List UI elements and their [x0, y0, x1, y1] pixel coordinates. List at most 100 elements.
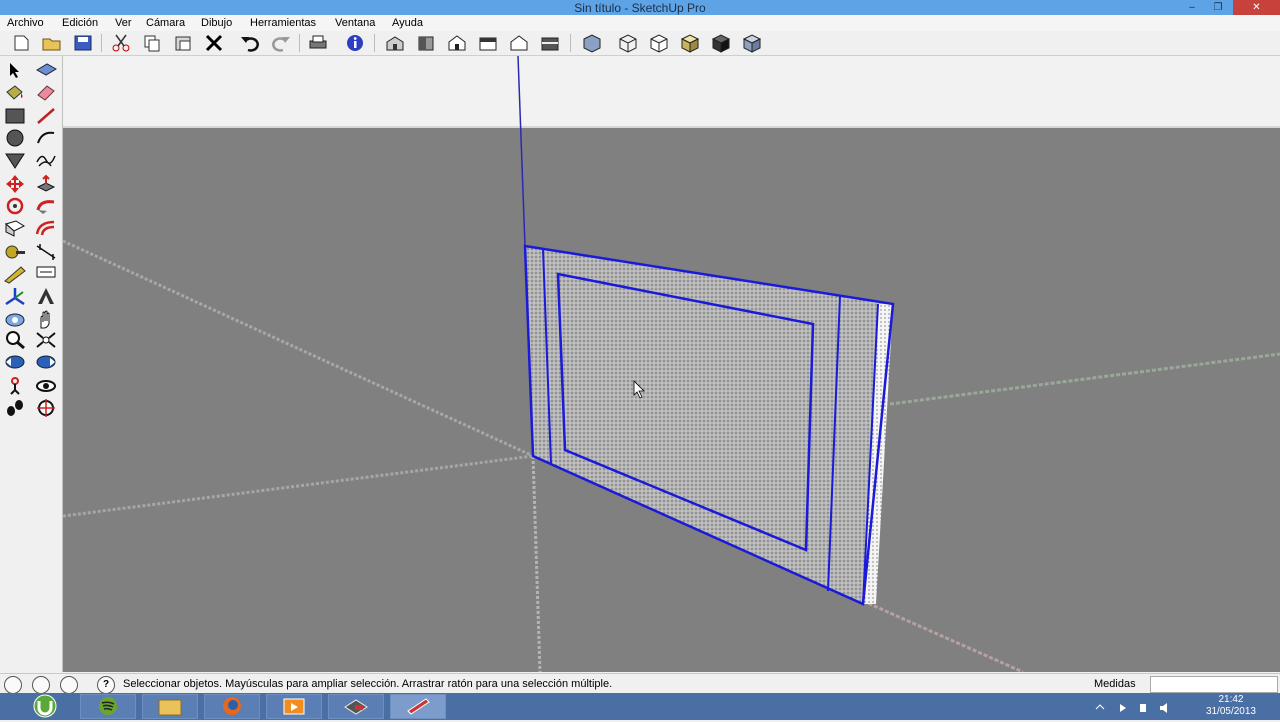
media-player-icon[interactable]	[266, 694, 322, 719]
right-view-icon[interactable]	[477, 33, 499, 53]
position-camera-icon[interactable]	[3, 376, 27, 396]
clock[interactable]: 21:42 31/05/2013	[1206, 694, 1256, 718]
model-canvas[interactable]	[63, 56, 1280, 672]
menu-camara[interactable]: Cámara	[146, 17, 185, 29]
minimize-button[interactable]: ‒	[1180, 0, 1204, 15]
menu-edicion[interactable]: Edición	[62, 17, 98, 29]
new-icon[interactable]	[10, 33, 32, 53]
green-axis	[889, 352, 1280, 406]
spotify-icon[interactable]	[80, 694, 136, 719]
text-icon[interactable]	[34, 264, 58, 284]
menu-ventana[interactable]: Ventana	[335, 17, 375, 29]
sketchup-icon[interactable]	[390, 694, 446, 719]
push-pull-icon[interactable]	[34, 174, 58, 194]
geo-location-icon[interactable]	[4, 676, 22, 694]
measurements-input[interactable]	[1150, 676, 1278, 693]
taskbar: 21:42 31/05/2013	[0, 693, 1280, 720]
system-tray[interactable]	[1094, 702, 1174, 714]
window-title: Sin título - SketchUp Pro	[574, 1, 706, 15]
drawing-viewport[interactable]	[63, 56, 1280, 672]
cut-icon[interactable]	[110, 33, 132, 53]
rotate-icon[interactable]	[3, 196, 27, 216]
left-view-icon[interactable]	[539, 33, 561, 53]
menu-herramientas[interactable]: Herramientas	[250, 17, 316, 29]
status-message: Seleccionar objetos. Mayúsculas para amp…	[123, 678, 613, 690]
front-view-icon[interactable]	[446, 33, 468, 53]
component-icon[interactable]	[34, 60, 58, 80]
selected-frame[interactable]	[523, 244, 895, 606]
back-view-icon[interactable]	[508, 33, 530, 53]
polygon-icon[interactable]	[3, 150, 27, 170]
status-bar: ? Seleccionar objetos. Mayúsculas para a…	[0, 673, 1280, 694]
circle-icon[interactable]	[3, 128, 27, 148]
menu-dibujo[interactable]: Dibujo	[201, 17, 232, 29]
3d-text-icon[interactable]	[34, 286, 58, 306]
copy-icon[interactable]	[141, 33, 163, 53]
orbit-icon[interactable]	[3, 310, 27, 330]
hidden-line-icon[interactable]	[648, 33, 670, 53]
undo-icon[interactable]	[239, 33, 261, 53]
look-around-icon[interactable]	[34, 376, 58, 396]
sky	[63, 56, 1280, 126]
axes-icon[interactable]	[3, 286, 27, 306]
erase-icon[interactable]	[203, 33, 225, 53]
previous-view-icon[interactable]	[3, 352, 27, 372]
walk-icon[interactable]	[3, 398, 27, 418]
red-axis	[862, 599, 1024, 672]
paint-bucket-icon[interactable]	[3, 82, 27, 102]
wireframe-icon[interactable]	[617, 33, 639, 53]
freehand-icon[interactable]	[34, 150, 58, 170]
save-icon[interactable]	[72, 33, 94, 53]
open-icon[interactable]	[41, 33, 63, 53]
file-explorer-icon[interactable]	[142, 694, 198, 719]
utorrent-icon[interactable]	[20, 694, 70, 719]
rectangle-icon[interactable]	[3, 106, 27, 126]
menu-archivo[interactable]: Archivo	[7, 17, 44, 29]
arc-icon[interactable]	[34, 128, 58, 148]
title-bar: Sin título - SketchUp Pro ‒ ❐ ✕	[0, 0, 1280, 15]
xray-icon[interactable]	[581, 33, 603, 53]
dimension-icon[interactable]	[34, 242, 58, 262]
credits-icon[interactable]	[32, 676, 50, 694]
pan-icon[interactable]	[34, 310, 58, 330]
shaded-icon[interactable]	[679, 33, 701, 53]
menu-ayuda[interactable]: Ayuda	[392, 17, 423, 29]
menu-bar: Archivo Edición Ver Cámara Dibujo Herram…	[0, 15, 1280, 31]
select-icon[interactable]	[3, 60, 27, 80]
print-icon[interactable]	[307, 33, 329, 53]
measurements-label: Medidas	[1094, 678, 1136, 690]
clock-date: 31/05/2013	[1205, 706, 1256, 717]
shaded-textures-icon[interactable]	[710, 33, 732, 53]
top-view-icon[interactable]	[415, 33, 437, 53]
iso-view-icon[interactable]	[384, 33, 406, 53]
firefox-icon[interactable]	[204, 694, 260, 719]
zoom-extents-icon[interactable]	[34, 330, 58, 350]
sketchup-layout-icon[interactable]	[328, 694, 384, 719]
user-icon[interactable]	[60, 676, 78, 694]
move-icon[interactable]	[3, 174, 27, 194]
scale-icon[interactable]	[3, 218, 27, 238]
redo-icon[interactable]	[270, 33, 292, 53]
standard-toolbar	[0, 31, 1280, 56]
next-view-icon[interactable]	[34, 352, 58, 372]
offset-icon[interactable]	[34, 218, 58, 238]
red-axis-dotted	[63, 239, 534, 458]
menu-ver[interactable]: Ver	[115, 17, 132, 29]
paste-icon[interactable]	[172, 33, 194, 53]
help-icon[interactable]: ?	[97, 676, 115, 694]
close-button[interactable]: ✕	[1233, 0, 1280, 15]
model-info-icon[interactable]	[344, 33, 366, 53]
clock-time: 21:42	[1218, 694, 1244, 705]
line-icon[interactable]	[34, 106, 58, 126]
large-tool-set	[0, 56, 63, 672]
blue-axis-dotted	[531, 455, 542, 672]
monochrome-icon[interactable]	[741, 33, 763, 53]
follow-me-icon[interactable]	[34, 196, 58, 216]
green-axis-dotted	[63, 454, 534, 518]
section-plane-icon[interactable]	[34, 398, 58, 418]
eraser-icon[interactable]	[34, 82, 58, 102]
maximize-button[interactable]: ❐	[1206, 0, 1230, 15]
tape-measure-icon[interactable]	[3, 242, 27, 262]
zoom-icon[interactable]	[3, 330, 27, 350]
protractor-icon[interactable]	[3, 264, 27, 284]
